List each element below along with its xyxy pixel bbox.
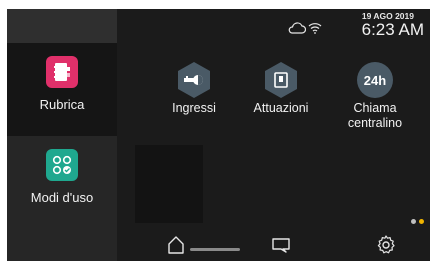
messages-button[interactable]: [269, 233, 293, 257]
tile-attuazioni[interactable]: Attuazioni: [231, 61, 331, 116]
sidebar-item-label: Rubrica: [39, 97, 85, 112]
tile-ingressi[interactable]: Ingressi: [144, 61, 244, 116]
modes-icon: [46, 149, 78, 181]
page-dot: [411, 219, 416, 224]
home-indicator-bar[interactable]: [190, 248, 240, 251]
settings-button[interactable]: [374, 233, 398, 257]
message-icon: [272, 238, 290, 253]
device-screen: Rubrica Modi d'uso 19 AGO 2019 6:23 AM I…: [7, 9, 430, 261]
status-icons: [288, 21, 322, 39]
sidebar-item-modi-duso[interactable]: Modi d'uso: [7, 136, 117, 226]
actuator-icon: [265, 62, 297, 98]
home-icon: [168, 236, 184, 254]
tile-label: Chiama centralino: [347, 101, 403, 130]
page-indicator: [411, 219, 424, 224]
svg-text:24h: 24h: [364, 73, 386, 88]
empty-tile: [135, 145, 203, 223]
address-book-icon: [46, 56, 78, 88]
sidebar-item-label: Modi d'uso: [30, 190, 94, 205]
tile-label: Ingressi: [172, 101, 216, 115]
wifi-icon: [308, 21, 322, 39]
status-time: 6:23 AM: [361, 20, 424, 39]
settings-icon: [377, 235, 395, 254]
tile-chiama-centralino[interactable]: 24h Chiama centralino: [325, 61, 425, 131]
cloud-icon: [288, 21, 307, 39]
home-button[interactable]: [164, 233, 188, 257]
tile-label: Attuazioni: [253, 101, 309, 115]
bottom-nav: [117, 225, 430, 261]
key-icon: [178, 62, 210, 98]
sidebar-header: [7, 9, 117, 43]
page-dot-active: [419, 219, 424, 224]
status-bar: 19 AGO 2019 6:23 AM: [117, 9, 430, 43]
sidebar-item-rubrica[interactable]: Rubrica: [7, 43, 117, 136]
sidebar: Rubrica Modi d'uso: [7, 9, 117, 261]
24h-icon: 24h: [357, 62, 393, 98]
